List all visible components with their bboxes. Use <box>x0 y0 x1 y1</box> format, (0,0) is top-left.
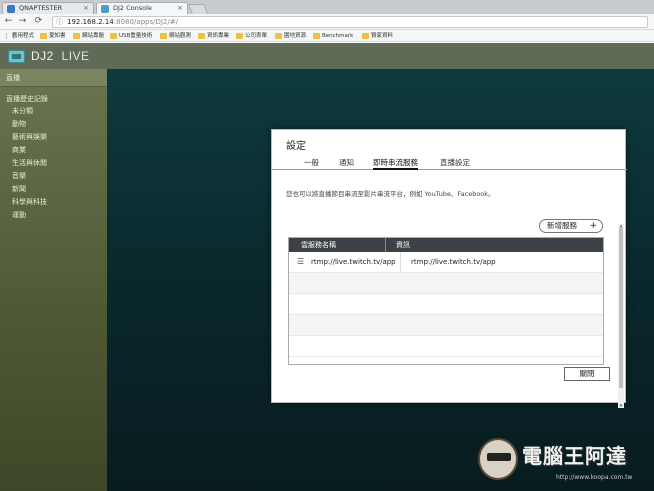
folder-icon <box>275 33 282 39</box>
bookmark-item[interactable]: USB重量技術 <box>110 31 152 41</box>
column-header-info: 資訊 <box>385 238 603 252</box>
close-button[interactable]: 關閉 <box>564 367 610 381</box>
address-bar[interactable]: ⓘ 192.168.2.14:8080/apps/DJ2/#/ <box>52 16 648 28</box>
sidebar-item-animals[interactable]: 動物 <box>0 118 107 131</box>
bookmark-apps[interactable]: ⋮⋮ 應用程式 <box>3 31 34 41</box>
app-title: DJ2 LIVE <box>31 49 90 63</box>
table-row[interactable]: ☰ rtmp://live.twitch.tv/app rtmp://live.… <box>289 252 603 273</box>
add-service-button[interactable]: 新增服務 + <box>539 219 603 233</box>
info-icon[interactable]: ⓘ <box>56 17 63 27</box>
bookmark-item[interactable]: 資訊專業 <box>198 31 229 41</box>
bookmark-item[interactable]: 夏知書 <box>40 31 66 41</box>
url-host: 192.168.2.14 <box>67 18 114 26</box>
url-path: :8080/apps/DJ2/#/ <box>113 18 178 26</box>
folder-icon <box>160 33 167 39</box>
bookmark-item[interactable]: 公司表單 <box>236 31 267 41</box>
browser-tab-dj2-console[interactable]: DJ2 Console × <box>96 2 188 14</box>
scrollbar-thumb[interactable] <box>619 228 623 388</box>
tab-title: DJ2 Console <box>113 4 152 12</box>
table-header: 雲服務名稱 資訊 <box>289 238 603 252</box>
watermark: 電腦王阿達 http://www.koopa.com.tw <box>478 434 652 490</box>
folder-icon <box>73 33 80 39</box>
tab-notifications[interactable]: 通知 <box>339 157 354 168</box>
sidebar-item-business[interactable]: 商業 <box>0 144 107 157</box>
folder-icon <box>313 33 320 39</box>
service-name-cell: rtmp://live.twitch.tv/app <box>311 258 396 266</box>
close-icon[interactable]: × <box>177 3 183 14</box>
reload-icon[interactable]: ⟳ <box>33 16 44 27</box>
tab-title: QNAPTESTER <box>19 4 63 12</box>
bookmark-item[interactable]: 網站觀測 <box>160 31 191 41</box>
table-row-empty <box>289 336 603 357</box>
sidebar-item-arts[interactable]: 藝術與娛樂 <box>0 131 107 144</box>
folder-icon <box>198 33 205 39</box>
back-arrow-icon[interactable]: ← <box>3 16 14 27</box>
dj2-logo-icon <box>8 50 25 63</box>
settings-dialog: 設定 一般 通知 即時串流服務 直播設定 您也可以將直播節目串流至影片串流平台，… <box>271 129 627 408</box>
sidebar-item-music[interactable]: 音樂 <box>0 170 107 183</box>
mascot-face-logo <box>478 438 518 480</box>
folder-icon <box>236 33 243 39</box>
watermark-url: http://www.koopa.com.tw <box>556 474 633 481</box>
sidebar-item-uncategorized[interactable]: 未分類 <box>0 105 107 118</box>
app-header: DJ2 LIVE <box>0 43 654 69</box>
table-row-empty <box>289 315 603 336</box>
bookmark-item[interactable]: 贊家資料 <box>362 31 393 41</box>
column-header-service-name: 雲服務名稱 <box>301 241 336 249</box>
folder-icon <box>40 33 47 39</box>
close-icon[interactable]: × <box>83 3 89 14</box>
new-tab-button[interactable] <box>188 4 208 14</box>
add-service-label: 新增服務 <box>547 221 577 230</box>
bookmarks-bar: ⋮⋮ 應用程式 夏知書 網站專題 USB重量技術 網站觀測 資訊專業 公司表單 園… <box>0 30 654 42</box>
watermark-text: 電腦王阿達 <box>522 444 627 468</box>
browser-toolbar: ← → ⟳ ⓘ 192.168.2.14:8080/apps/DJ2/#/ <box>0 14 654 30</box>
dialog-tabs: 一般 通知 即時串流服務 直播設定 <box>272 156 627 170</box>
tab-favicon-icon <box>7 5 15 13</box>
tab-live-streaming-services[interactable]: 即時串流服務 <box>373 157 418 170</box>
tab-live-settings[interactable]: 直播設定 <box>440 157 470 168</box>
folder-icon <box>362 33 369 39</box>
sidebar-item-sports[interactable]: 運動 <box>0 209 107 222</box>
dialog-scrollbar[interactable]: ▲ ▼ <box>618 224 624 408</box>
dialog-title: 設定 <box>286 141 306 152</box>
browser-tab-qnaptester[interactable]: QNAPTESTER × <box>2 2 94 14</box>
sidebar-item-science[interactable]: 科學與科技 <box>0 196 107 209</box>
bookmark-item[interactable]: 園地資源 <box>275 31 306 41</box>
sidebar-item-live[interactable]: 直播 <box>0 69 107 87</box>
tab-general[interactable]: 一般 <box>304 157 319 168</box>
bookmark-item[interactable]: 網站專題 <box>73 31 104 41</box>
browser-tabstrip: QNAPTESTER × DJ2 Console × <box>0 0 654 14</box>
bookmark-item[interactable]: Benchmark <box>313 31 353 41</box>
plus-icon: + <box>589 221 597 231</box>
service-table: 雲服務名稱 資訊 ☰ rtmp://live.twitch.tv/app rtm… <box>288 237 604 365</box>
scroll-down-arrow-icon[interactable]: ▼ <box>618 404 624 408</box>
sidebar-item-news[interactable]: 新聞 <box>0 183 107 196</box>
service-info-cell: rtmp://live.twitch.tv/app <box>400 252 603 272</box>
table-row-empty <box>289 294 603 315</box>
table-row-empty <box>289 273 603 294</box>
sidebar: 直播 直播歷史記錄 未分類 動物 藝術與娛樂 商業 生活與休閒 音樂 新聞 科學… <box>0 69 107 491</box>
folder-icon <box>110 33 117 39</box>
sidebar-item-lifestyle[interactable]: 生活與休閒 <box>0 157 107 170</box>
sidebar-group-history[interactable]: 直播歷史記錄 <box>0 93 107 105</box>
dialog-body: 您也可以將直播節目串流至影片串流平台，例如 YouTube、Facebook。 … <box>272 172 627 408</box>
forward-arrow-icon[interactable]: → <box>17 16 28 27</box>
tab-favicon-icon <box>101 5 109 13</box>
apps-grid-icon: ⋮⋮ <box>3 32 17 40</box>
dialog-description: 您也可以將直播節目串流至影片串流平台，例如 YouTube、Facebook。 <box>286 190 495 198</box>
